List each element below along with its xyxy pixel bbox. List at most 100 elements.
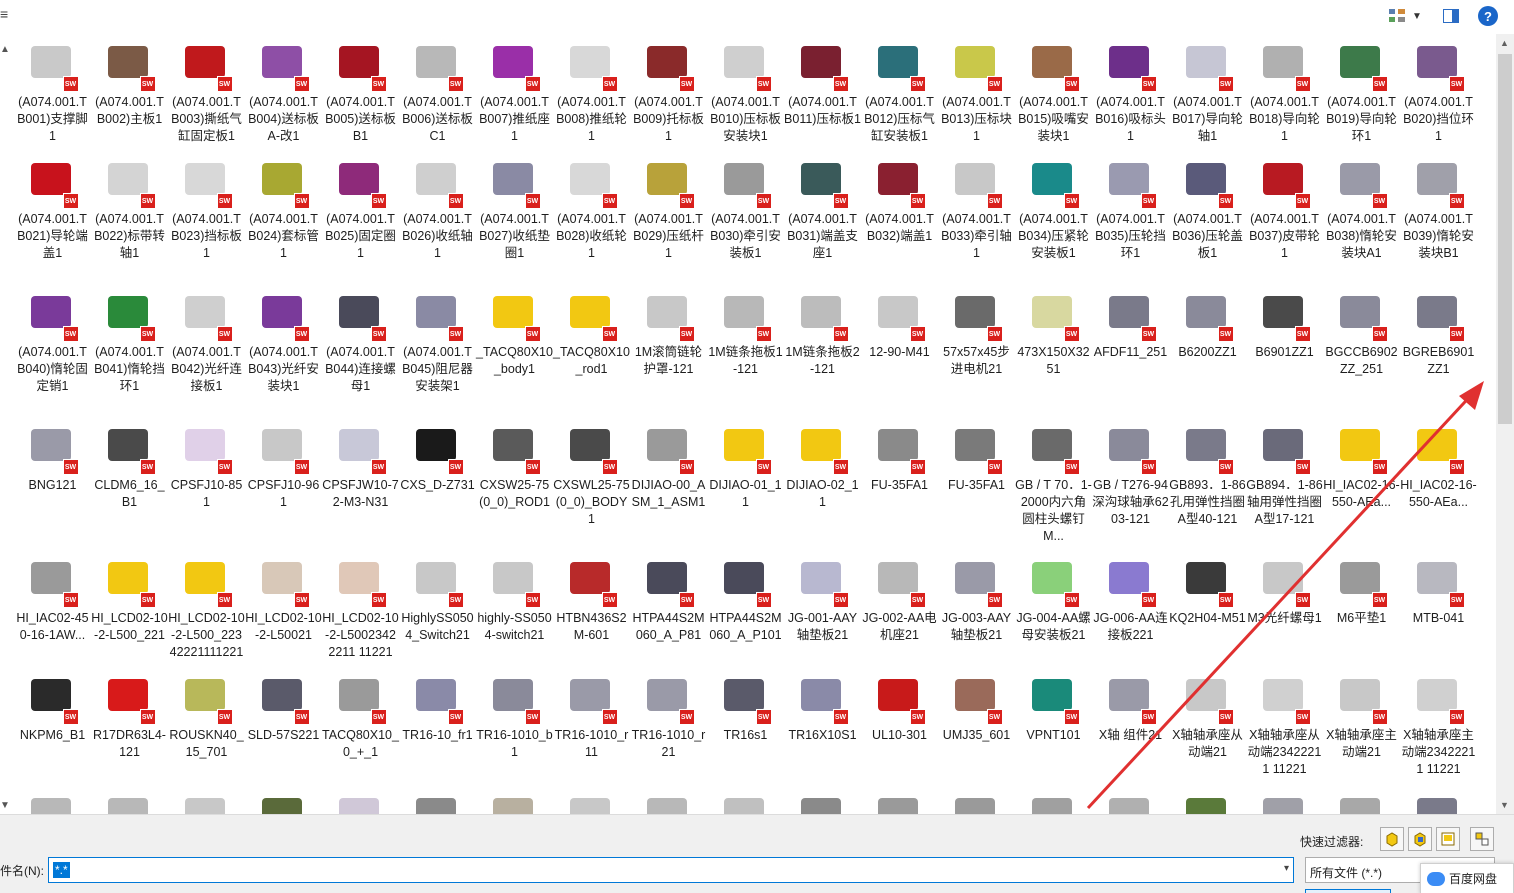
file-item[interactable]: SW (A074.001.TB028)收纸轮1 (553, 151, 630, 281)
file-item[interactable]: SW (1169, 786, 1246, 814)
file-item[interactable]: SW (A074.001.TB027)收纸垫圈1 (476, 151, 553, 281)
file-item[interactable]: SW (A074.001.TB041)惰轮挡环1 (91, 284, 168, 414)
file-item[interactable]: SW (A074.001.TB023)挡标板1 (168, 151, 245, 281)
baidu-netdisk-popup[interactable]: 百度网盘 (1420, 863, 1514, 893)
file-item[interactable]: SW NKPM6_B1 (14, 667, 91, 797)
file-item[interactable]: SW CPSFJ10-851 (168, 417, 245, 547)
chevron-down-icon[interactable]: ▼ (1408, 6, 1426, 26)
file-item[interactable]: SW (A074.001.TB017)导向轮轴1 (1169, 34, 1246, 164)
file-item[interactable]: SW HI_LCD02-10-2-L50023422211 11221 (322, 550, 399, 680)
file-item[interactable]: SW M6平垫1 (1323, 550, 1400, 680)
file-item[interactable]: SW (A074.001.TB036)压轮盖板1 (1169, 151, 1246, 281)
file-item[interactable]: SW (399, 786, 476, 814)
file-item[interactable]: SW JG-002-AA电机座21 (861, 550, 938, 680)
file-item[interactable]: SW FU-35FA1 (861, 417, 938, 547)
drawing-filter-icon[interactable] (1436, 827, 1460, 851)
file-item[interactable]: SW _TACQ80X10_body1 (476, 284, 553, 414)
file-item[interactable]: SW CXSWL25-75(0_0)_BODY1 (553, 417, 630, 547)
file-item[interactable]: SW 1M链条拖板2-121 (784, 284, 861, 414)
file-item[interactable]: SW (A074.001.TB035)压轮挡环1 (1092, 151, 1169, 281)
file-item[interactable]: SW DIJIAO-02_11 (784, 417, 861, 547)
part-filter-icon[interactable] (1380, 827, 1404, 851)
file-item[interactable]: SW (A074.001.TB019)导向轮环1 (1323, 34, 1400, 164)
file-item[interactable]: SW (1246, 786, 1323, 814)
help-icon[interactable]: ? (1478, 6, 1498, 26)
file-item[interactable]: SW TR16X10S1 (784, 667, 861, 797)
file-item[interactable]: SW AFDF11_251 (1092, 284, 1169, 414)
file-item[interactable]: SW (A074.001.TB021)导轮端盖1 (14, 151, 91, 281)
file-item[interactable]: SW X轴轴承座主动端23422211 11221 (1400, 667, 1477, 797)
file-item[interactable]: SW (A074.001.TB044)连接螺母1 (322, 284, 399, 414)
file-item[interactable]: SW BGCCB6902ZZ_251 (1323, 284, 1400, 414)
file-item[interactable]: SW (938, 786, 1015, 814)
file-item[interactable]: SW (630, 786, 707, 814)
file-item[interactable]: SW (A074.001.TB007)推纸座1 (476, 34, 553, 164)
file-item[interactable]: SW (245, 786, 322, 814)
file-item[interactable]: SW BNG121 (14, 417, 91, 547)
file-item[interactable]: SW X轴轴承座从动端21 (1169, 667, 1246, 797)
scrollbar-thumb[interactable] (1498, 54, 1512, 424)
filename-value[interactable]: *.* (53, 862, 70, 878)
file-item[interactable]: SW X轴 组件21 (1092, 667, 1169, 797)
file-item[interactable]: SW GB894．1-86轴用弹性挡圈A型17-121 (1246, 417, 1323, 547)
file-item[interactable]: SW (784, 786, 861, 814)
file-item[interactable]: SW VPNT101 (1015, 667, 1092, 797)
file-item[interactable]: SW GB / T 70．1-2000内六角圆柱头螺钉M... (1015, 417, 1092, 547)
file-item[interactable]: SW TR16-10_fr1 (399, 667, 476, 797)
file-item[interactable]: SW HI_LCD02-10-2-L500_221 (91, 550, 168, 680)
file-item[interactable]: SW (A074.001.TB016)吸标头1 (1092, 34, 1169, 164)
file-item[interactable]: SW (A074.001.TB018)导向轮1 (1246, 34, 1323, 164)
scroll-up-icon[interactable]: ▲ (1500, 38, 1509, 48)
file-item[interactable]: SW (A074.001.TB040)惰轮固定销1 (14, 284, 91, 414)
file-item[interactable]: SW X轴轴承座主动端21 (1323, 667, 1400, 797)
file-item[interactable]: SW HTBN436S2M-601 (553, 550, 630, 680)
top-level-filter-icon[interactable] (1470, 827, 1494, 851)
file-item[interactable]: SW HTPA44S2M060_A_P101 (707, 550, 784, 680)
file-item[interactable]: SW (A074.001.TB013)压标块1 (938, 34, 1015, 164)
file-item[interactable]: SW HighlySS0504_Switch21 (399, 550, 476, 680)
file-item[interactable]: SW 1M滚筒链轮护罩-121 (630, 284, 707, 414)
file-item[interactable]: SW M3光纤螺母1 (1246, 550, 1323, 680)
file-item[interactable]: SW (1400, 786, 1477, 814)
file-item[interactable]: SW (A074.001.TB030)牵引安装板1 (707, 151, 784, 281)
open-button[interactable] (1305, 889, 1391, 893)
scroll-down-left-icon[interactable]: ▼ (0, 800, 10, 811)
file-item[interactable]: SW FU-35FA1 (938, 417, 1015, 547)
assembly-filter-icon[interactable] (1408, 827, 1432, 851)
file-item[interactable]: SW (322, 786, 399, 814)
file-item[interactable]: SW HTPA44S2M060_A_P81 (630, 550, 707, 680)
preview-pane-icon[interactable] (1440, 6, 1462, 26)
file-item[interactable]: SW (A074.001.TB032)端盖1 (861, 151, 938, 281)
file-item[interactable]: SW (A074.001.TB001)支撑脚1 (14, 34, 91, 164)
file-item[interactable]: SW (A074.001.TB029)压纸杆1 (630, 151, 707, 281)
file-item[interactable]: SW (A074.001.TB031)端盖支座1 (784, 151, 861, 281)
file-item[interactable]: SW UL10-301 (861, 667, 938, 797)
file-item[interactable]: SW JG-003-AAY轴垫板21 (938, 550, 1015, 680)
file-item[interactable]: SW (14, 786, 91, 814)
file-item[interactable]: SW DIJIAO-00_ASM_1_ASM1 (630, 417, 707, 547)
file-item[interactable]: SW JG-001-AAY轴垫板21 (784, 550, 861, 680)
file-item[interactable]: SW (A074.001.TB045)阻尼器安装架1 (399, 284, 476, 414)
file-item[interactable]: SW (A074.001.TB008)推纸轮1 (553, 34, 630, 164)
file-item[interactable]: SW (1092, 786, 1169, 814)
file-item[interactable]: SW (A074.001.TB015)吸嘴安装块1 (1015, 34, 1092, 164)
file-item[interactable]: SW _TACQ80X10_rod1 (553, 284, 630, 414)
file-item[interactable]: SW 12-90-M41 (861, 284, 938, 414)
view-menu-icon[interactable] (1386, 6, 1408, 26)
vertical-scrollbar[interactable]: ▲ ▼ (1496, 34, 1514, 814)
file-item[interactable]: SW CXSW25-75(0_0)_ROD1 (476, 417, 553, 547)
file-item[interactable]: SW (A074.001.TB034)压紧轮安装板1 (1015, 151, 1092, 281)
file-item[interactable]: SW (A074.001.TB009)托标板1 (630, 34, 707, 164)
file-item[interactable]: SW (A074.001.TB003)撕纸气缸固定板1 (168, 34, 245, 164)
filename-input[interactable]: *.* ▾ (48, 857, 1294, 883)
file-item[interactable]: SW (A074.001.TB042)光纤连接板1 (168, 284, 245, 414)
scroll-up-left-icon[interactable]: ▲ (0, 44, 10, 55)
file-item[interactable]: SW UMJ35_601 (938, 667, 1015, 797)
file-item[interactable]: SW B6901ZZ1 (1246, 284, 1323, 414)
file-item[interactable]: SW (A074.001.TB022)标带转轴1 (91, 151, 168, 281)
file-item[interactable]: SW (A074.001.TB024)套标管1 (245, 151, 322, 281)
file-item[interactable]: SW HI_IAC02-16-550-AEa... (1323, 417, 1400, 547)
file-item[interactable]: SW GB893．1-86孔用弹性挡圈A型40-121 (1169, 417, 1246, 547)
file-item[interactable]: SW (A074.001.TB037)皮带轮1 (1246, 151, 1323, 281)
file-item[interactable]: SW (1323, 786, 1400, 814)
